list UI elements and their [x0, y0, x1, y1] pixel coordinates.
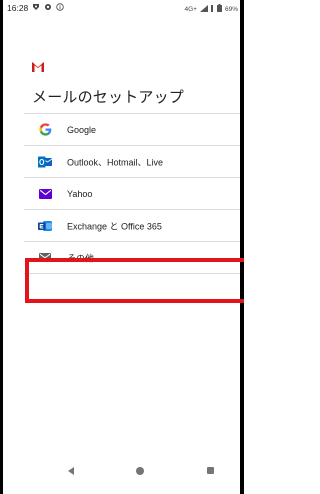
yahoo-icon [38, 187, 52, 201]
status-left: 16:28 [7, 3, 64, 13]
home-icon[interactable] [136, 467, 144, 475]
provider-exchange[interactable]: Exchange と Office 365 [3, 210, 240, 241]
nav-bar [3, 450, 240, 494]
notification-icon [32, 3, 40, 13]
signal-icon [199, 4, 208, 14]
status-right: 4G+ 69% [185, 4, 238, 14]
provider-list: Google Outlook、Hotmail、Live Yahoo Exchan… [3, 113, 240, 274]
network-type: 4G+ [184, 5, 197, 13]
back-icon[interactable] [68, 467, 74, 475]
battery-level: 69% [224, 5, 238, 13]
screen: 16:28 4G+ 69% メールのセットアップ Google Outlook、… [0, 0, 244, 494]
provider-yahoo[interactable]: Yahoo [3, 178, 240, 209]
google-icon [38, 123, 52, 137]
signal-bar-icon [210, 4, 214, 14]
recents-icon[interactable] [207, 467, 214, 474]
battery-icon [216, 4, 222, 14]
status-time: 16:28 [7, 3, 29, 13]
provider-outlook[interactable]: Outlook、Hotmail、Live [3, 146, 240, 177]
page-title: メールのセットアップ [32, 88, 185, 106]
provider-label: Yahoo [67, 188, 93, 199]
outlook-icon [38, 155, 52, 169]
settings-icon [44, 3, 52, 13]
gmail-logo [31, 57, 45, 72]
status-bar: 16:28 4G+ 69% [3, 0, 240, 16]
exchange-icon [38, 219, 52, 233]
phone-frame: 16:28 4G+ 69% メールのセットアップ Google Outlook、… [0, 0, 244, 494]
provider-label: Exchange と Office 365 [67, 221, 162, 231]
provider-google[interactable]: Google [3, 114, 240, 145]
provider-label: Outlook、Hotmail、Live [67, 157, 164, 167]
highlight-box [25, 258, 244, 303]
provider-label: Google [67, 124, 97, 135]
info-icon [56, 3, 64, 13]
